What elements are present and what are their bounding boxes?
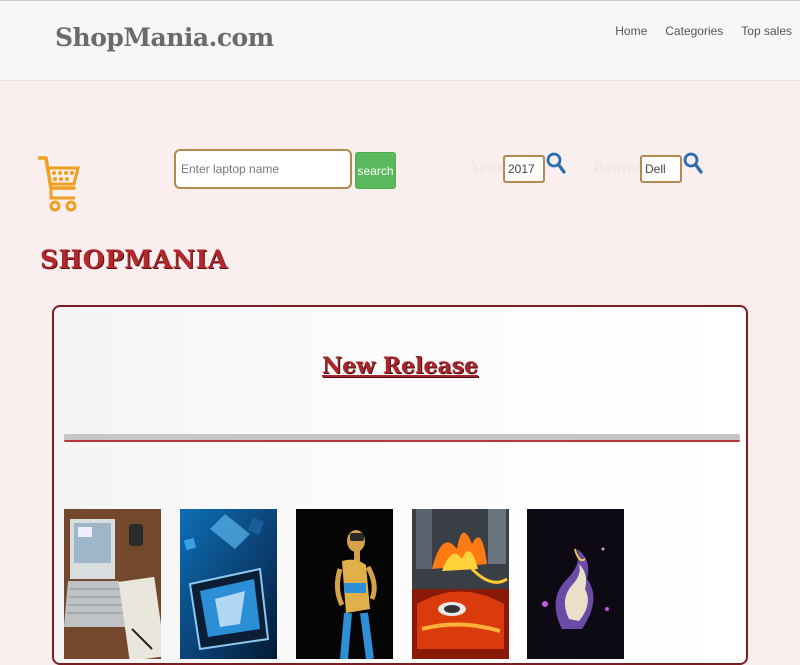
nav-categories[interactable]: Categories (656, 24, 732, 38)
search-button[interactable]: search (355, 152, 396, 189)
product-thumbnail-flaming-car[interactable] (412, 509, 509, 659)
year-label: Year (470, 160, 505, 176)
product-thumbnail-laptop[interactable] (64, 509, 161, 659)
nav-top-sales[interactable]: Top sales (732, 24, 792, 38)
nav-home[interactable]: Home (606, 24, 656, 38)
product-thumbnail-tech-screen[interactable] (180, 509, 277, 659)
brands-search-icon[interactable] (683, 151, 703, 179)
nav-links: Home Categories Top sales (606, 24, 792, 38)
panel-title: New Release (322, 353, 478, 379)
year-input[interactable] (503, 155, 545, 183)
page-title: SHOPMANIA (40, 245, 228, 274)
shopping-cart-icon[interactable] (38, 154, 80, 214)
brands-input[interactable] (640, 155, 682, 183)
product-thumbnail-vr-figure[interactable] (296, 509, 393, 659)
panel-divider (64, 434, 740, 442)
year-search-icon[interactable] (546, 151, 566, 179)
product-thumbnail-abstract[interactable] (527, 509, 624, 659)
top-navbar: ShopMania.com Home Categories Top sales (0, 0, 800, 81)
laptop-search-input[interactable] (174, 149, 352, 189)
new-release-panel: New Release (52, 305, 748, 665)
site-brand[interactable]: ShopMania.com (55, 23, 274, 52)
